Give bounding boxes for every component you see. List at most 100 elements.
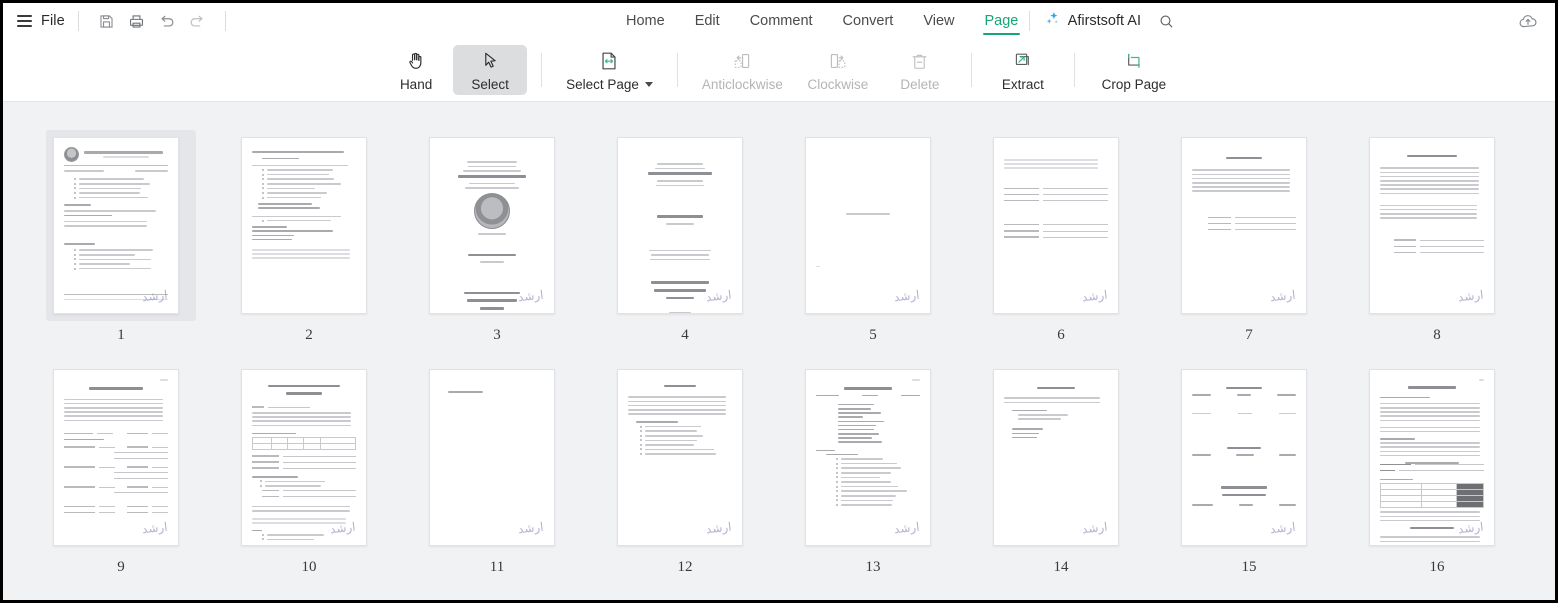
menubar-divider-1	[78, 11, 79, 31]
afirstsoft-ai-button[interactable]: Afirstsoft AI	[1042, 10, 1143, 32]
toolbar-divider-4	[1074, 53, 1075, 87]
tool-hand[interactable]: Hand	[379, 45, 453, 95]
page-thumbnail-frame: ارشد	[986, 362, 1136, 553]
redo-icon[interactable]	[182, 8, 212, 34]
page-preview: ارشد	[1181, 137, 1307, 314]
tool-crop-page[interactable]: Crop Page	[1089, 45, 1179, 95]
extract-icon	[1012, 49, 1034, 73]
page-thumbnail-8[interactable]: ارشد 8	[1343, 130, 1531, 344]
tool-delete-label: Delete	[900, 77, 939, 92]
page-number-label: 10	[302, 559, 317, 576]
page-number-label: 9	[117, 559, 125, 576]
tab-edit[interactable]: Edit	[680, 3, 735, 39]
application-window: File Home Edit Comment Convert View Page…	[0, 0, 1558, 603]
trash-icon	[909, 49, 930, 73]
chevron-down-icon[interactable]	[645, 82, 653, 87]
file-menu-button[interactable]: File	[41, 13, 65, 29]
toolbar-divider-1	[541, 53, 542, 87]
page-thumbnail-13[interactable]: ارشد 13	[779, 362, 967, 576]
hand-icon	[405, 49, 427, 73]
page-thumbnail-6[interactable]: ارشد 6	[967, 130, 1155, 344]
page-thumbnail-12[interactable]: ارشد 12	[591, 362, 779, 576]
signature-mark: ارشد	[893, 520, 920, 538]
signature-mark: ارشد	[1457, 288, 1484, 306]
page-preview: ارشد	[1369, 369, 1495, 546]
page-thumbnail-5[interactable]: ارشد 5	[779, 130, 967, 344]
signature-mark: ارشد	[1457, 520, 1484, 538]
page-thumbnail-10[interactable]: ارشد 10	[215, 362, 403, 576]
tab-home[interactable]: Home	[611, 3, 680, 39]
signature-mark: ارشد	[1081, 288, 1108, 306]
undo-icon[interactable]	[152, 8, 182, 34]
tab-convert[interactable]: Convert	[828, 3, 909, 39]
select-page-icon	[598, 49, 620, 73]
page-thumbnail-frame: ارشد	[1362, 362, 1512, 553]
page-thumbnail-frame	[234, 130, 384, 321]
page-preview: ارشد	[1369, 137, 1495, 314]
page-thumbnail-2[interactable]: 2	[215, 130, 403, 344]
hamburger-menu-icon[interactable]	[17, 15, 32, 27]
page-thumbnail-3[interactable]: ارشد 3	[403, 130, 591, 344]
signature-mark: ارشد	[1269, 288, 1296, 306]
toolbar-divider-2	[677, 53, 678, 87]
page-thumbnail-4[interactable]: ارشد 4	[591, 130, 779, 344]
page-thumbnail-panel[interactable]: ارشد 1 2 ارشد 3 ارشد 4 ارشد 5 ارشد 6 ارشد 7 ارشد 8 ارشد…	[3, 102, 1555, 601]
page-thumbnail-frame: ارشد	[234, 362, 384, 553]
page-number-label: 13	[866, 559, 881, 576]
save-icon[interactable]	[92, 8, 122, 34]
page-preview: ارشد	[53, 137, 179, 314]
print-icon[interactable]	[122, 8, 152, 34]
signature-mark: ارشد	[705, 520, 732, 538]
page-thumbnail-9[interactable]: ارشد 9	[27, 362, 215, 576]
page-thumbnail-1[interactable]: ارشد 1	[27, 130, 215, 344]
page-number-label: 3	[493, 327, 501, 344]
page-thumbnail-frame: ارشد	[610, 362, 760, 553]
afirstsoft-ai-label: Afirstsoft AI	[1068, 13, 1141, 29]
page-number-label: 11	[490, 559, 504, 576]
page-preview: ارشد	[429, 369, 555, 546]
tab-view[interactable]: View	[908, 3, 969, 39]
page-preview	[241, 137, 367, 314]
cursor-arrow-icon	[479, 49, 501, 73]
page-thumbnail-frame: ارشد	[1362, 130, 1512, 321]
page-thumbnail-14[interactable]: ارشد 14	[967, 362, 1155, 576]
search-icon[interactable]	[1151, 6, 1181, 36]
page-thumbnail-16[interactable]: ارشد 16	[1343, 362, 1531, 576]
page-number-label: 1	[117, 327, 125, 344]
page-thumbnail-15[interactable]: ارشد 15	[1155, 362, 1343, 576]
tool-clockwise[interactable]: Clockwise	[793, 45, 883, 95]
page-number-label: 12	[678, 559, 693, 576]
page-table	[1380, 483, 1484, 508]
cloud-upload-icon[interactable]	[1511, 6, 1545, 36]
page-number-label: 2	[305, 327, 313, 344]
crop-icon	[1123, 49, 1145, 73]
nav-tabs: Home Edit Comment Convert View Page	[611, 3, 1033, 39]
signature-mark: ارشد	[329, 520, 356, 538]
tool-delete[interactable]: Delete	[883, 45, 957, 95]
signature-mark: ارشد	[517, 288, 544, 306]
tool-select-page[interactable]: Select Page	[556, 45, 663, 95]
page-preview: ارشد	[53, 369, 179, 546]
toolbar-divider-3	[971, 53, 972, 87]
page-thumbnail-frame: ارشد	[422, 362, 572, 553]
page-preview: ارشد	[993, 137, 1119, 314]
page-thumbnail-frame: ارشد	[798, 130, 948, 321]
tab-comment[interactable]: Comment	[735, 3, 828, 39]
tool-extract-label: Extract	[1002, 77, 1044, 92]
tool-select[interactable]: Select	[453, 45, 527, 95]
tool-extract[interactable]: Extract	[986, 45, 1060, 95]
tool-anticlockwise-label: Anticlockwise	[702, 77, 783, 92]
menubar-divider-3	[1029, 11, 1030, 31]
tool-select-page-text: Select Page	[566, 77, 639, 92]
page-thumbnail-7[interactable]: ارشد 7	[1155, 130, 1343, 344]
tool-crop-page-label: Crop Page	[1102, 77, 1167, 92]
page-preview: ارشد	[805, 137, 931, 314]
page-thumbnail-11[interactable]: ارشد 11	[403, 362, 591, 576]
tool-select-label: Select	[471, 77, 509, 92]
page-number-label: 4	[681, 327, 689, 344]
page-thumbnail-frame: ارشد	[1174, 362, 1324, 553]
tool-anticlockwise[interactable]: Anticlockwise	[692, 45, 793, 95]
signature-mark: ارشد	[893, 288, 920, 306]
sparkle-icon	[1044, 10, 1061, 32]
page-thumbnail-frame: ارشد	[422, 130, 572, 321]
